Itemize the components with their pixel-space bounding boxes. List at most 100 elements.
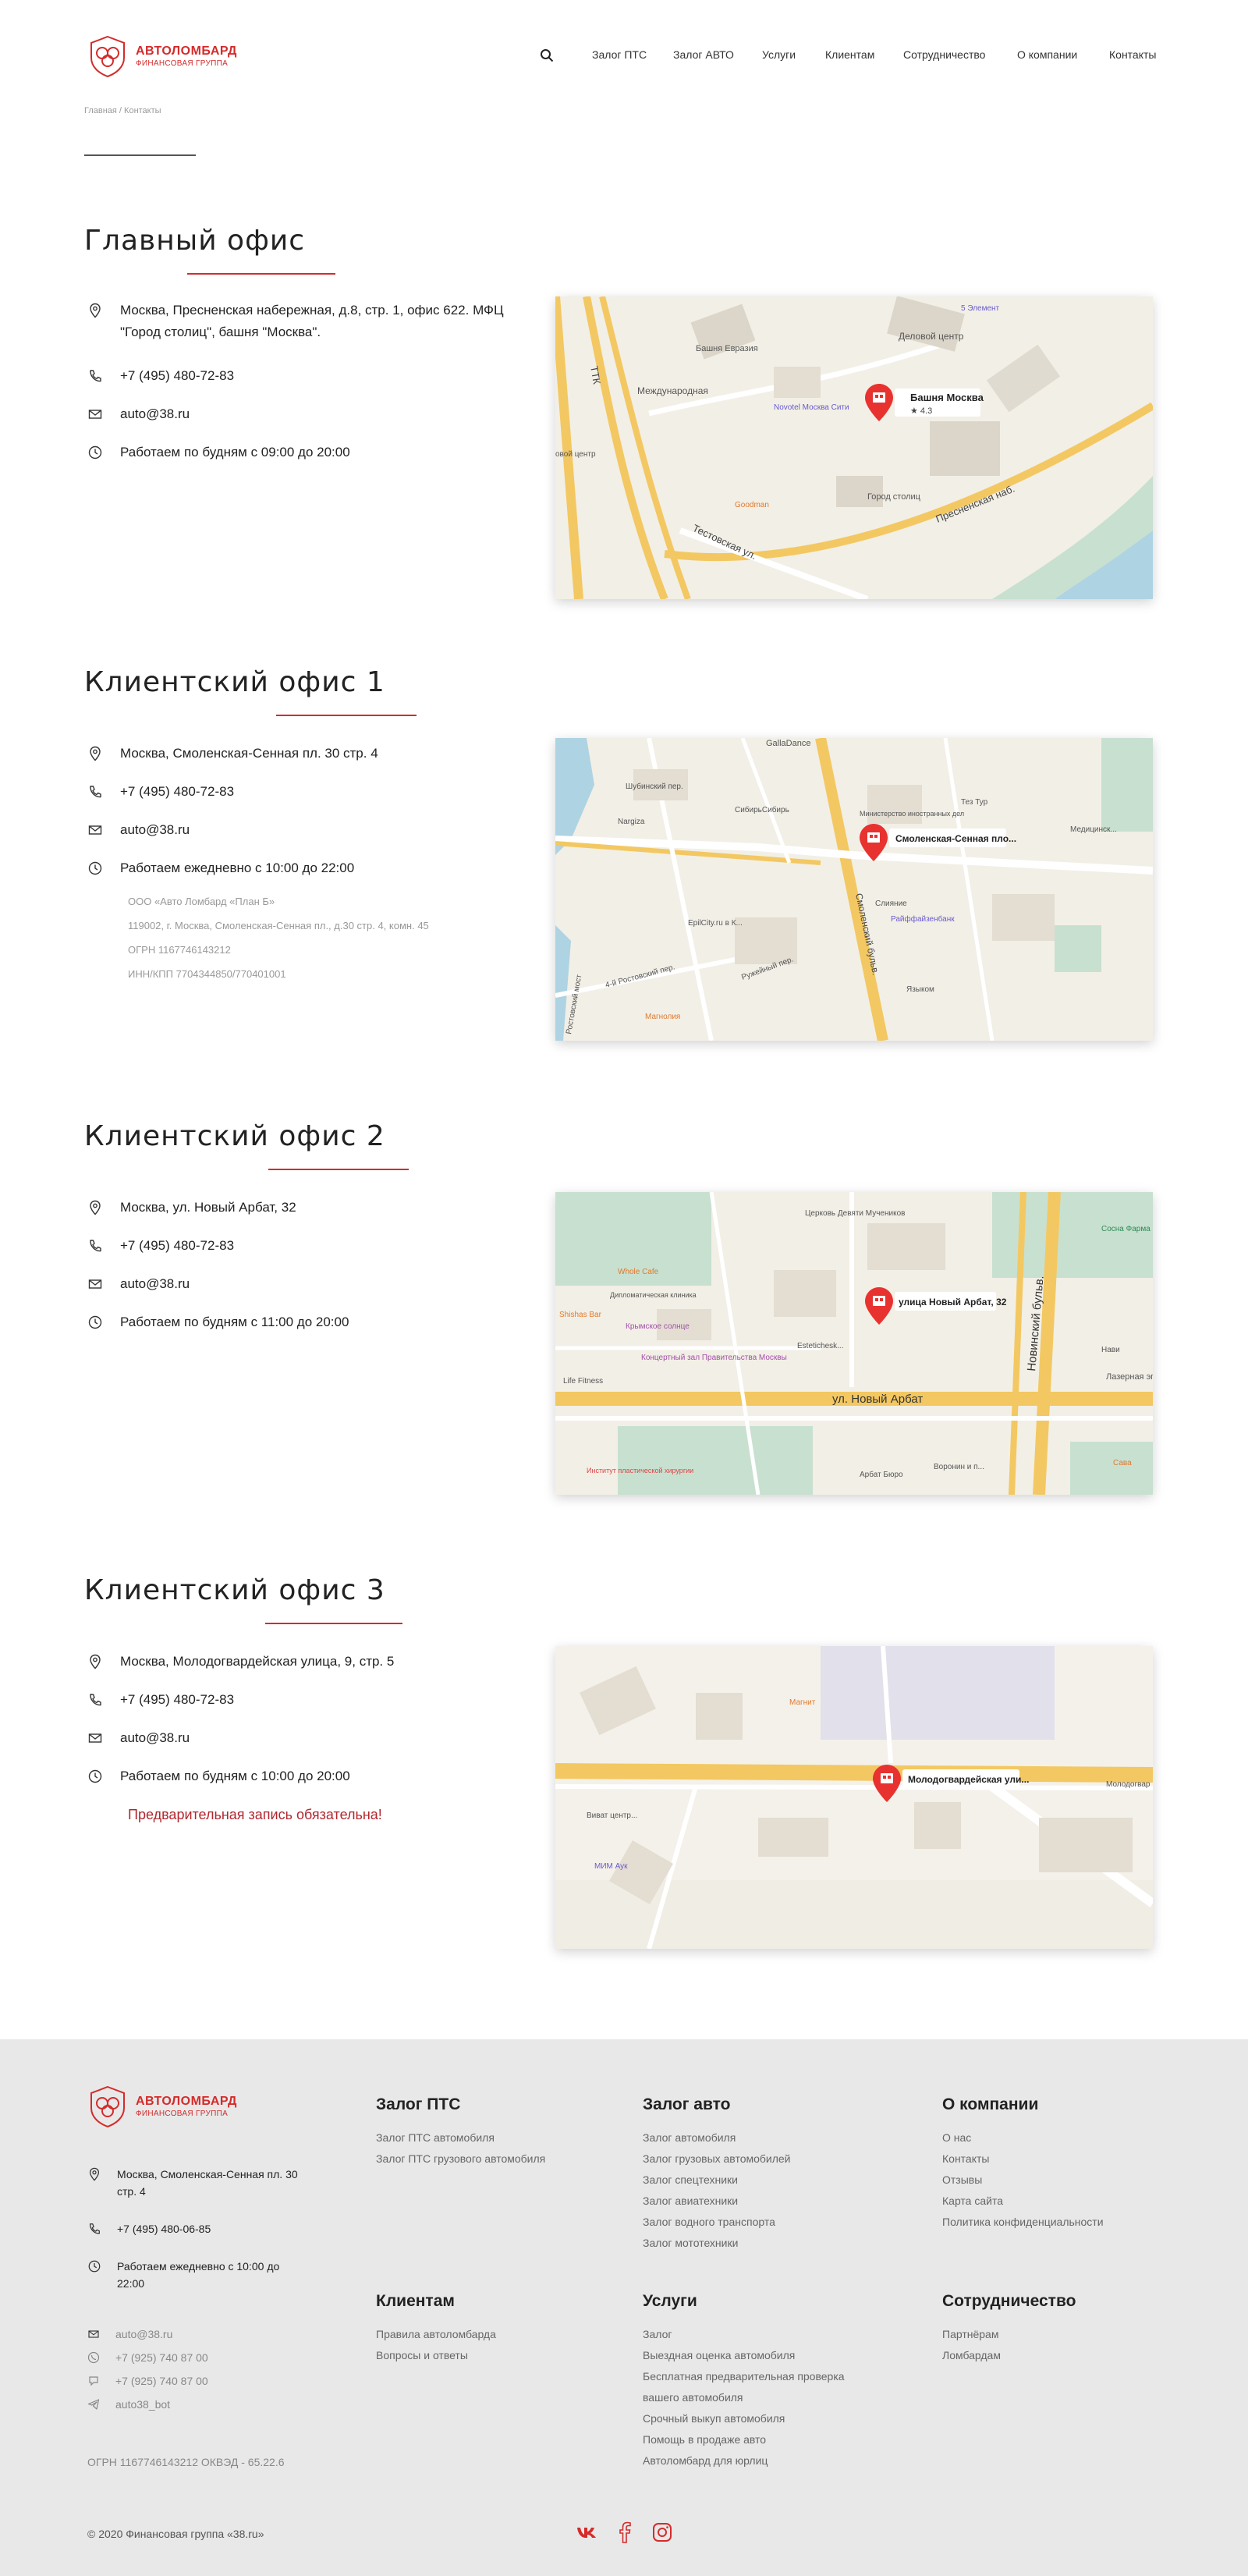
clock-icon bbox=[87, 445, 103, 460]
footer-whatsapp-text[interactable]: +7 (925) 740 87 00 bbox=[115, 2351, 208, 2364]
office-map[interactable]: Башня Москва ★ 4.3 Башня Евразия Деловой… bbox=[555, 296, 1153, 599]
email-text[interactable]: auto@38.ru bbox=[120, 1727, 190, 1749]
office-phone[interactable]: +7 (495) 480-72-83 bbox=[87, 365, 234, 387]
office-map[interactable]: Молодогвардейская ули... Магнит Виват це… bbox=[555, 1646, 1153, 1949]
footer-link[interactable]: Залог ПТС грузового автомобиля bbox=[376, 2152, 545, 2165]
footer-link[interactable]: Партнёрам bbox=[942, 2328, 998, 2340]
location-pin-icon bbox=[87, 303, 103, 318]
map-label: ул. Новый Арбат bbox=[832, 1393, 923, 1406]
vk-icon[interactable] bbox=[576, 2523, 597, 2542]
phone-text[interactable]: +7 (495) 480-72-83 bbox=[120, 365, 234, 387]
map-label: Магнолия bbox=[645, 1013, 680, 1021]
footer-link[interactable]: Автоломбард для юрлиц bbox=[643, 2454, 768, 2467]
footer-link[interactable]: Залог мототехники bbox=[643, 2237, 738, 2249]
hours-text: Работаем по будням с 11:00 до 20:00 bbox=[120, 1315, 349, 1329]
footer-link[interactable]: Залог ПТС автомобиля bbox=[376, 2131, 495, 2144]
footer-telegram-text[interactable]: auto38_bot bbox=[115, 2398, 170, 2411]
footer-link[interactable]: Залог грузовых автомобилей bbox=[643, 2152, 791, 2165]
location-pin-icon bbox=[87, 1200, 103, 1215]
map-label: Концертный зал Правительства Москвы bbox=[641, 1354, 787, 1362]
map-label: Тез Тур bbox=[961, 798, 988, 807]
nav-item-cooperation[interactable]: Сотрудничество bbox=[903, 48, 985, 61]
office-email[interactable]: auto@38.ru bbox=[87, 403, 190, 425]
location-pin-icon bbox=[87, 1654, 103, 1669]
nav-item-pts[interactable]: Залог ПТС bbox=[592, 48, 647, 61]
map-label: Estetichesk... bbox=[797, 1342, 843, 1350]
office-phone[interactable]: +7 (495) 480-72-83 bbox=[87, 1235, 234, 1257]
footer-link[interactable]: Политика конфиденциальности bbox=[942, 2216, 1104, 2228]
office-map[interactable]: Смоленская-Сенная пло... GallaDance Шуби… bbox=[555, 738, 1153, 1041]
footer-link[interactable]: Срочный выкуп автомобиля bbox=[643, 2412, 785, 2425]
site-footer: АВТОЛОМБАРД ФИНАНСОВАЯ ГРУППА Москва, См… bbox=[0, 2039, 1248, 2576]
breadcrumb-home[interactable]: Главная bbox=[84, 106, 117, 115]
map-label: Международная bbox=[637, 385, 708, 396]
office-email[interactable]: auto@38.ru bbox=[87, 1727, 190, 1749]
address-text: Москва, Молодогвардейская улица, 9, стр.… bbox=[120, 1654, 395, 1669]
nav-item-about[interactable]: О компании bbox=[1017, 48, 1077, 61]
office-email[interactable]: auto@38.ru bbox=[87, 1273, 190, 1295]
footer-link[interactable]: Контакты bbox=[942, 2152, 989, 2165]
map-label: Сосна Фарма bbox=[1101, 1225, 1150, 1233]
nav-item-services[interactable]: Услуги bbox=[762, 48, 796, 61]
legal-inn: ИНН/КПП 7704344850/770401001 bbox=[128, 968, 286, 980]
phone-text[interactable]: +7 (495) 480-72-83 bbox=[120, 1235, 234, 1257]
footer-link[interactable]: Залог bbox=[643, 2328, 672, 2340]
map-label: Слияние bbox=[875, 899, 907, 908]
map-label: Воронин и п... bbox=[934, 1463, 984, 1471]
footer-whatsapp[interactable]: +7 (925) 740 87 00 bbox=[87, 2351, 208, 2364]
phone-text[interactable]: +7 (495) 480-72-83 bbox=[120, 781, 234, 803]
telegram-icon bbox=[87, 2399, 100, 2410]
office-map[interactable]: улица Новый Арбат, 32 Церковь Девяти Муч… bbox=[555, 1192, 1153, 1495]
email-text[interactable]: auto@38.ru bbox=[120, 1273, 190, 1295]
map-label: Whole Cafe bbox=[618, 1268, 659, 1276]
instagram-icon[interactable] bbox=[651, 2521, 673, 2543]
footer-link[interactable]: Залог водного транспорта bbox=[643, 2216, 775, 2228]
nav-item-clients[interactable]: Клиентам bbox=[825, 48, 874, 61]
office-phone[interactable]: +7 (495) 480-72-83 bbox=[87, 781, 234, 803]
footer-phone[interactable]: +7 (495) 480-06-85 bbox=[87, 2220, 211, 2237]
logo-subtitle: ФИНАНСОВАЯ ГРУППА bbox=[136, 2109, 229, 2118]
office-phone[interactable]: +7 (495) 480-72-83 bbox=[87, 1689, 234, 1711]
footer-email[interactable]: auto@38.ru bbox=[87, 2328, 172, 2340]
footer-link[interactable]: Залог спецтехники bbox=[643, 2173, 738, 2186]
office-email[interactable]: auto@38.ru bbox=[87, 819, 190, 841]
footer-link[interactable]: Отзывы bbox=[942, 2173, 982, 2186]
logo-title: АВТОЛОМБАРД bbox=[136, 2094, 237, 2108]
footer-link[interactable]: вашего автомобиля bbox=[643, 2391, 743, 2404]
logo[interactable]: АВТОЛОМБАРД ФИНАНСОВАЯ ГРУППА bbox=[87, 34, 237, 78]
footer-link[interactable]: Залог автомобиля bbox=[643, 2131, 736, 2144]
footer-telegram[interactable]: auto38_bot bbox=[87, 2398, 170, 2411]
nav-item-contacts[interactable]: Контакты bbox=[1109, 48, 1156, 61]
map-label: Молодогвар bbox=[1106, 1780, 1150, 1789]
footer-logo[interactable]: АВТОЛОМБАРД ФИНАНСОВАЯ ГРУППА bbox=[87, 2085, 237, 2128]
clock-icon bbox=[87, 2259, 101, 2273]
footer-link[interactable]: Карта сайта bbox=[942, 2195, 1003, 2207]
footer-link[interactable]: Выездная оценка автомобиля bbox=[643, 2349, 795, 2361]
nav-item-auto[interactable]: Залог АВТО bbox=[673, 48, 734, 61]
footer-phone-text[interactable]: +7 (495) 480-06-85 bbox=[117, 2220, 211, 2237]
mail-icon bbox=[87, 822, 103, 838]
address-text: Москва, Смоленская-Сенная пл. 30 стр. 4 bbox=[120, 746, 378, 761]
footer-link[interactable]: Ломбардам bbox=[942, 2349, 1001, 2361]
footer-viber[interactable]: +7 (925) 740 87 00 bbox=[87, 2375, 208, 2387]
footer-link[interactable]: Помощь в продаже авто bbox=[643, 2433, 766, 2446]
viber-icon bbox=[89, 2376, 98, 2386]
phone-text[interactable]: +7 (495) 480-72-83 bbox=[120, 1689, 234, 1711]
footer-email-text[interactable]: auto@38.ru bbox=[115, 2328, 172, 2340]
map-label: Life Fitness bbox=[563, 1377, 603, 1386]
office-hours: Работаем ежедневно с 10:00 до 22:00 bbox=[87, 857, 354, 879]
email-text[interactable]: auto@38.ru bbox=[120, 819, 190, 841]
footer-link[interactable]: О нас bbox=[942, 2131, 971, 2144]
footer-link[interactable]: Залог авиатехники bbox=[643, 2195, 738, 2207]
footer-viber-text[interactable]: +7 (925) 740 87 00 bbox=[115, 2375, 208, 2387]
facebook-icon[interactable] bbox=[616, 2521, 633, 2543]
search-icon[interactable] bbox=[540, 48, 554, 62]
footer-link[interactable]: Бесплатная предварительная проверка bbox=[643, 2370, 845, 2383]
legal-company: ООО «Авто Ломбард «План Б» bbox=[128, 896, 275, 907]
footer-link[interactable]: Вопросы и ответы bbox=[376, 2349, 468, 2361]
legal-info: ООО «Авто Ломбард «План Б» 119002, г. Мо… bbox=[128, 889, 429, 986]
email-text[interactable]: auto@38.ru bbox=[120, 403, 190, 425]
map-label: Институт пластической хирургии bbox=[587, 1467, 693, 1474]
footer-link[interactable]: Правила автоломбарда bbox=[376, 2328, 496, 2340]
map-label: Нави bbox=[1101, 1346, 1120, 1354]
